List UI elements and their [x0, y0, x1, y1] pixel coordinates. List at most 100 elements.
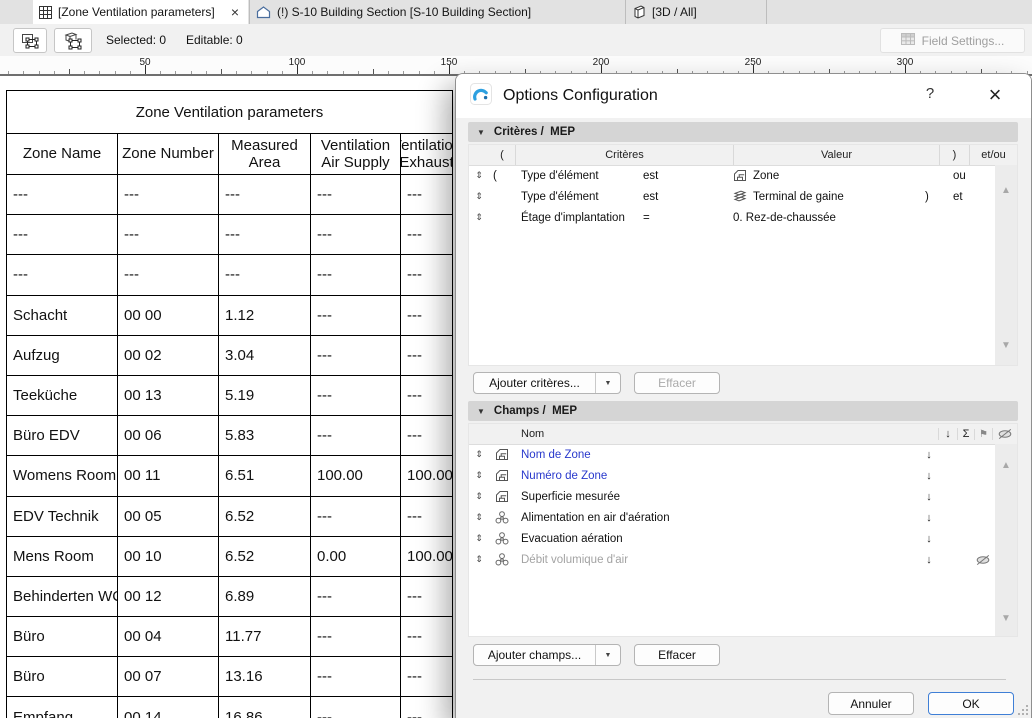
- add-fields-button[interactable]: Ajouter champs... ▼: [473, 644, 621, 666]
- criteria-row[interactable]: ⇕(Type d'élémentestZoneou: [469, 165, 995, 186]
- schedule-cell[interactable]: 6.52: [219, 497, 311, 536]
- schedule-cell[interactable]: ---: [311, 617, 401, 656]
- fields-section-header[interactable]: ▼ Champs / MEP: [468, 401, 1018, 421]
- row-handle-icon[interactable]: ⇕: [469, 554, 489, 565]
- schedule-cell[interactable]: ---: [311, 296, 401, 335]
- schedule-cell[interactable]: ---: [401, 296, 452, 335]
- marquee-select-icon[interactable]: [13, 28, 47, 53]
- schedule-cell[interactable]: 00 13: [118, 376, 219, 415]
- row-handle-icon[interactable]: ⇕: [469, 470, 489, 481]
- schedule-cell[interactable]: 00 02: [118, 336, 219, 375]
- schedule-cell[interactable]: 00 14: [118, 697, 219, 718]
- schedule-cell[interactable]: ---: [401, 376, 452, 415]
- criterion-operator[interactable]: est: [643, 191, 733, 203]
- schedule-cell[interactable]: 00 06: [118, 416, 219, 455]
- schedule-cell[interactable]: 11.77: [219, 617, 311, 656]
- criterion-operator[interactable]: est: [643, 170, 733, 182]
- scroll-up-icon[interactable]: ▲: [995, 460, 1017, 471]
- sort-down-icon[interactable]: ↓: [920, 470, 938, 482]
- field-label[interactable]: Evacuation aération: [515, 533, 920, 545]
- schedule-cell[interactable]: 6.52: [219, 537, 311, 576]
- tab-building-section[interactable]: (!) S-10 Building Section [S-10 Building…: [249, 0, 626, 24]
- logic-operator[interactable]: ou: [947, 170, 995, 182]
- row-handle-icon[interactable]: ⇕: [469, 212, 489, 223]
- field-label[interactable]: Superficie mesurée: [515, 491, 920, 503]
- schedule-cell[interactable]: 3.04: [219, 336, 311, 375]
- schedule-cell[interactable]: ---: [219, 175, 311, 214]
- criterion-name[interactable]: Type d'élément: [515, 191, 643, 203]
- field-row[interactable]: ⇕Nom de Zone↓: [469, 444, 995, 465]
- sort-down-icon[interactable]: ↓: [938, 428, 957, 440]
- schedule-cell[interactable]: 13.16: [219, 657, 311, 696]
- schedule-cell[interactable]: 16.86: [219, 697, 311, 718]
- schedule-cell[interactable]: ---: [401, 617, 452, 656]
- scroll-down-icon[interactable]: ▼: [995, 340, 1017, 351]
- schedule-cell[interactable]: ---: [311, 416, 401, 455]
- logic-operator[interactable]: et: [947, 191, 995, 203]
- schedule-cell[interactable]: ---: [311, 376, 401, 415]
- schedule-cell[interactable]: ---: [401, 215, 452, 254]
- criterion-value[interactable]: Terminal de gaine: [733, 190, 917, 203]
- schedule-cell[interactable]: ---: [219, 215, 311, 254]
- tab-3d-all[interactable]: [3D / All]: [627, 0, 767, 24]
- criterion-value[interactable]: Zone: [733, 169, 917, 182]
- dropdown-caret-icon[interactable]: ▼: [595, 373, 620, 393]
- scroll-up-icon[interactable]: ▲: [995, 185, 1017, 196]
- flag-icon[interactable]: ⚑: [974, 429, 992, 440]
- resize-grip[interactable]: [1017, 704, 1028, 715]
- schedule-cell[interactable]: Schacht: [7, 296, 118, 335]
- schedule-cell[interactable]: ---: [401, 175, 452, 214]
- dropdown-caret-icon[interactable]: ▼: [595, 645, 620, 665]
- schedule-cell[interactable]: 5.19: [219, 376, 311, 415]
- schedule-cell[interactable]: ---: [311, 215, 401, 254]
- schedule-cell[interactable]: ---: [118, 255, 219, 294]
- schedule-cell[interactable]: ---: [118, 215, 219, 254]
- schedule-cell[interactable]: 00 07: [118, 657, 219, 696]
- schedule-cell[interactable]: 6.51: [219, 456, 311, 495]
- schedule-cell[interactable]: 00 12: [118, 577, 219, 616]
- schedule-cell[interactable]: ---: [401, 697, 452, 718]
- schedule-cell[interactable]: EDV Technik: [7, 497, 118, 536]
- criterion-operator[interactable]: =: [643, 212, 733, 224]
- field-row[interactable]: ⇕Numéro de Zone↓: [469, 465, 995, 486]
- schedule-cell[interactable]: Aufzug: [7, 336, 118, 375]
- schedule-cell[interactable]: Behinderten WC: [7, 577, 118, 616]
- row-handle-icon[interactable]: ⇕: [469, 191, 489, 202]
- schedule-cell[interactable]: 00 05: [118, 497, 219, 536]
- criteria-row[interactable]: ⇕Type d'élémentestTerminal de gaine)et: [469, 186, 995, 207]
- schedule-cell[interactable]: ---: [118, 175, 219, 214]
- criteria-row[interactable]: ⇕Étage d'implantation=0. Rez-de-chaussée: [469, 207, 995, 228]
- schedule-cell[interactable]: ---: [401, 577, 452, 616]
- schedule-cell[interactable]: ---: [311, 497, 401, 536]
- cancel-button[interactable]: Annuler: [828, 692, 914, 715]
- schedule-cell[interactable]: ---: [7, 175, 118, 214]
- schedule-cell[interactable]: ---: [311, 255, 401, 294]
- schedule-cell[interactable]: ---: [401, 497, 452, 536]
- tab-zone-ventilation-parameters[interactable]: [Zone Ventilation parameters] ×: [33, 0, 248, 24]
- clear-fields-button[interactable]: Effacer: [634, 644, 720, 666]
- row-handle-icon[interactable]: ⇕: [469, 533, 489, 544]
- schedule-cell[interactable]: Büro: [7, 617, 118, 656]
- close-icon[interactable]: ×: [982, 81, 1008, 110]
- schedule-cell[interactable]: ---: [311, 657, 401, 696]
- schedule-cell[interactable]: ---: [401, 657, 452, 696]
- schedule-cell[interactable]: 00 04: [118, 617, 219, 656]
- schedule-cell[interactable]: 00 10: [118, 537, 219, 576]
- schedule-cell[interactable]: ---: [401, 255, 452, 294]
- schedule-cell[interactable]: Mens Room: [7, 537, 118, 576]
- criterion-name[interactable]: Étage d'implantation: [515, 212, 643, 224]
- schedule-cell[interactable]: 5.83: [219, 416, 311, 455]
- schedule-cell[interactable]: 100.00: [401, 537, 452, 576]
- help-button[interactable]: ?: [920, 85, 940, 102]
- marquee-3d-select-icon[interactable]: [54, 28, 92, 53]
- sort-down-icon[interactable]: ↓: [920, 554, 938, 566]
- field-row[interactable]: ⇕ Evacuation aération↓: [469, 528, 995, 549]
- schedule-cell[interactable]: ---: [401, 416, 452, 455]
- eye-hidden-icon[interactable]: [971, 554, 995, 566]
- field-settings-button[interactable]: Field Settings...: [880, 28, 1025, 53]
- eye-hidden-icon[interactable]: [992, 428, 1017, 440]
- schedule-cell[interactable]: 1.12: [219, 296, 311, 335]
- sort-down-icon[interactable]: ↓: [920, 533, 938, 545]
- sum-icon[interactable]: Σ: [957, 428, 974, 440]
- field-label[interactable]: Nom de Zone: [515, 449, 920, 461]
